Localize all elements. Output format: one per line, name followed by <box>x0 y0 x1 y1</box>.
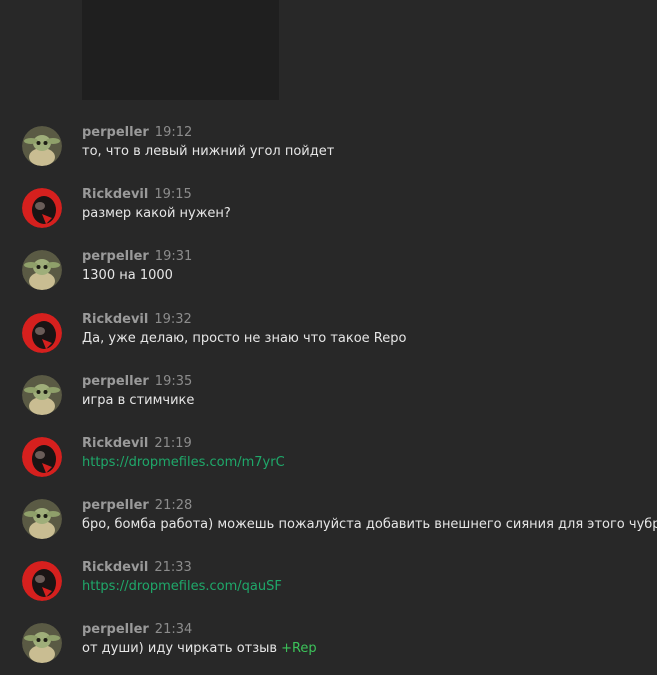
user-avatar[interactable] <box>22 188 62 228</box>
message-text: от души) иду чиркать отзыв <box>82 641 278 656</box>
user-avatar[interactable] <box>22 499 62 539</box>
user-avatar[interactable] <box>22 623 62 663</box>
message-link[interactable]: https://dropmefiles.com/qauSF <box>82 579 282 594</box>
message-time: 21:19 <box>154 436 192 451</box>
message-author[interactable]: Rickdevil <box>82 312 148 327</box>
user-avatar[interactable] <box>22 375 62 415</box>
message-body: от души) иду чиркать отзыв +Rep <box>82 640 317 658</box>
message-text: 1300 на 1000 <box>82 268 173 283</box>
message-item: perpeller 21:34 от души) иду чиркать отзы… <box>0 619 657 675</box>
message-item: perpeller 19:12 то, что в левый нижний уг… <box>0 122 657 178</box>
message-text: бро, бомба работа) можешь пожалуйста доб… <box>82 517 657 532</box>
user-avatar[interactable] <box>22 126 62 166</box>
rep-tag: +Rep <box>281 641 317 656</box>
message-item: perpeller 19:31 1300 на 1000 <box>0 246 657 302</box>
chat-area: perpeller 19:12 то, что в левый нижний уг… <box>0 0 657 675</box>
message-item: Rickdevil 19:15 размер какой нужен? <box>0 184 657 240</box>
message-text: игра в стимчике <box>82 393 195 408</box>
user-avatar[interactable] <box>22 561 62 601</box>
message-item: perpeller 21:28 бро, бомба работа) можешь… <box>0 495 657 551</box>
message-item: Rickdevil 21:33 https://dropmefiles.com/q… <box>0 557 657 613</box>
message-text: Да, уже делаю, просто не знаю что такое … <box>82 331 407 346</box>
message-author[interactable]: perpeller <box>82 249 149 264</box>
message-time: 21:28 <box>154 498 193 513</box>
message-time: 19:32 <box>154 312 192 327</box>
user-avatar[interactable] <box>22 250 62 290</box>
message-time: 19:12 <box>154 125 193 140</box>
message-item: Rickdevil 21:19 https://dropmefiles.com/m… <box>0 433 657 489</box>
message-time: 19:15 <box>154 187 192 202</box>
message-body: https://dropmefiles.com/qauSF <box>82 578 282 596</box>
message-author[interactable]: Rickdevil <box>82 560 148 575</box>
message-time: 21:33 <box>154 560 192 575</box>
message-author[interactable]: perpeller <box>82 622 149 637</box>
user-avatar[interactable] <box>22 437 62 477</box>
message-author[interactable]: perpeller <box>82 125 149 140</box>
message-text: размер какой нужен? <box>82 206 231 221</box>
message-time: 19:31 <box>154 249 193 264</box>
image-attachment[interactable] <box>82 0 279 100</box>
message-author[interactable]: Rickdevil <box>82 436 148 451</box>
message-author[interactable]: perpeller <box>82 374 149 389</box>
message-author[interactable]: Rickdevil <box>82 187 148 202</box>
message-body: https://dropmefiles.com/m7yrC <box>82 454 285 472</box>
message-time: 21:34 <box>154 622 193 637</box>
message-item: perpeller 19:35 игра в стимчике <box>0 371 657 427</box>
message-item: Rickdevil 19:32 Да, уже делаю, просто не … <box>0 309 657 365</box>
message-link[interactable]: https://dropmefiles.com/m7yrC <box>82 455 285 470</box>
user-avatar[interactable] <box>22 313 62 353</box>
message-text: то, что в левый нижний угол пойдет <box>82 144 335 159</box>
message-time: 19:35 <box>154 374 193 389</box>
message-author[interactable]: perpeller <box>82 498 149 513</box>
